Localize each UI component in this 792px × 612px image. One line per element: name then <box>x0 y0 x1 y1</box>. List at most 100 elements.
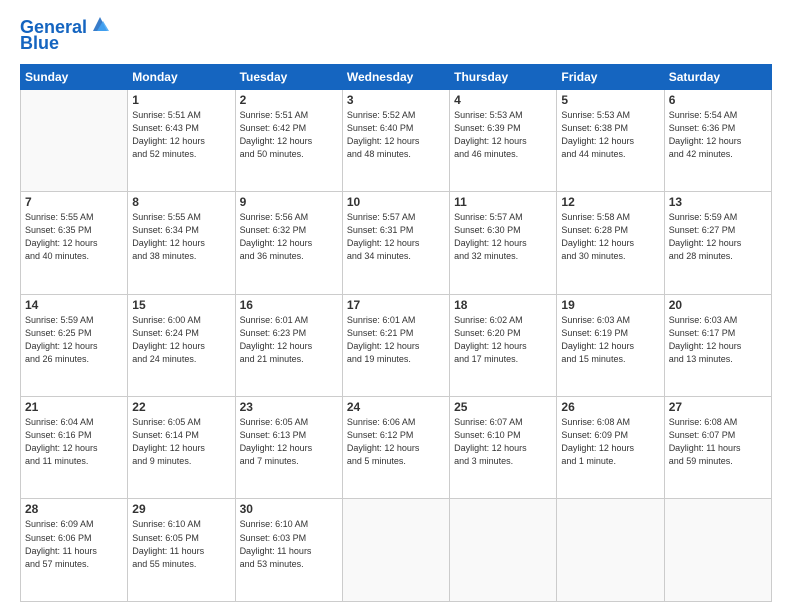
calendar-table: SundayMondayTuesdayWednesdayThursdayFrid… <box>20 64 772 602</box>
day-info: Sunrise: 6:00 AM Sunset: 6:24 PM Dayligh… <box>132 314 230 366</box>
calendar-cell: 5 Sunrise: 5:53 AM Sunset: 6:38 PM Daylig… <box>557 89 664 191</box>
calendar-cell: 26 Sunrise: 6:08 AM Sunset: 6:09 PM Dayli… <box>557 397 664 499</box>
day-number: 23 <box>240 400 338 414</box>
day-info: Sunrise: 5:59 AM Sunset: 6:25 PM Dayligh… <box>25 314 123 366</box>
calendar-cell <box>342 499 449 602</box>
page: General Blue SundayMondayTuesdayWe <box>0 0 792 612</box>
day-number: 24 <box>347 400 445 414</box>
calendar-cell: 19 Sunrise: 6:03 AM Sunset: 6:19 PM Dayli… <box>557 294 664 396</box>
header: General Blue <box>20 18 772 54</box>
day-info: Sunrise: 6:08 AM Sunset: 6:07 PM Dayligh… <box>669 416 767 468</box>
day-info: Sunrise: 5:58 AM Sunset: 6:28 PM Dayligh… <box>561 211 659 263</box>
day-number: 26 <box>561 400 659 414</box>
day-info: Sunrise: 5:51 AM Sunset: 6:43 PM Dayligh… <box>132 109 230 161</box>
day-info: Sunrise: 6:09 AM Sunset: 6:06 PM Dayligh… <box>25 518 123 570</box>
calendar-cell: 4 Sunrise: 5:53 AM Sunset: 6:39 PM Daylig… <box>450 89 557 191</box>
day-info: Sunrise: 6:07 AM Sunset: 6:10 PM Dayligh… <box>454 416 552 468</box>
calendar-cell: 25 Sunrise: 6:07 AM Sunset: 6:10 PM Dayli… <box>450 397 557 499</box>
day-info: Sunrise: 5:55 AM Sunset: 6:34 PM Dayligh… <box>132 211 230 263</box>
calendar-cell: 1 Sunrise: 5:51 AM Sunset: 6:43 PM Daylig… <box>128 89 235 191</box>
day-of-week-header: Tuesday <box>235 64 342 89</box>
day-number: 15 <box>132 298 230 312</box>
day-number: 17 <box>347 298 445 312</box>
day-number: 28 <box>25 502 123 516</box>
day-number: 16 <box>240 298 338 312</box>
calendar-cell <box>21 89 128 191</box>
calendar-cell: 3 Sunrise: 5:52 AM Sunset: 6:40 PM Daylig… <box>342 89 449 191</box>
calendar-cell: 11 Sunrise: 5:57 AM Sunset: 6:30 PM Dayli… <box>450 192 557 294</box>
day-of-week-header: Friday <box>557 64 664 89</box>
day-number: 5 <box>561 93 659 107</box>
day-number: 29 <box>132 502 230 516</box>
day-number: 8 <box>132 195 230 209</box>
day-number: 7 <box>25 195 123 209</box>
day-info: Sunrise: 6:10 AM Sunset: 6:03 PM Dayligh… <box>240 518 338 570</box>
calendar-cell: 9 Sunrise: 5:56 AM Sunset: 6:32 PM Daylig… <box>235 192 342 294</box>
day-number: 30 <box>240 502 338 516</box>
day-info: Sunrise: 6:08 AM Sunset: 6:09 PM Dayligh… <box>561 416 659 468</box>
day-number: 20 <box>669 298 767 312</box>
day-number: 1 <box>132 93 230 107</box>
calendar-cell: 17Sunrise: 6:01 AM Sunset: 6:21 PM Dayli… <box>342 294 449 396</box>
logo-icon <box>89 13 111 35</box>
day-info: Sunrise: 6:05 AM Sunset: 6:13 PM Dayligh… <box>240 416 338 468</box>
calendar-cell <box>450 499 557 602</box>
day-of-week-header: Thursday <box>450 64 557 89</box>
calendar-week-row: 1 Sunrise: 5:51 AM Sunset: 6:43 PM Daylig… <box>21 89 772 191</box>
day-number: 12 <box>561 195 659 209</box>
day-of-week-header: Wednesday <box>342 64 449 89</box>
day-info: Sunrise: 5:57 AM Sunset: 6:31 PM Dayligh… <box>347 211 445 263</box>
calendar-week-row: 7 Sunrise: 5:55 AM Sunset: 6:35 PM Daylig… <box>21 192 772 294</box>
day-number: 27 <box>669 400 767 414</box>
day-number: 19 <box>561 298 659 312</box>
day-number: 6 <box>669 93 767 107</box>
day-info: Sunrise: 6:06 AM Sunset: 6:12 PM Dayligh… <box>347 416 445 468</box>
day-of-week-header: Saturday <box>664 64 771 89</box>
day-number: 3 <box>347 93 445 107</box>
day-number: 10 <box>347 195 445 209</box>
logo: General Blue <box>20 18 111 54</box>
day-info: Sunrise: 5:59 AM Sunset: 6:27 PM Dayligh… <box>669 211 767 263</box>
day-number: 14 <box>25 298 123 312</box>
day-info: Sunrise: 6:04 AM Sunset: 6:16 PM Dayligh… <box>25 416 123 468</box>
calendar-cell: 29Sunrise: 6:10 AM Sunset: 6:05 PM Dayli… <box>128 499 235 602</box>
day-info: Sunrise: 5:54 AM Sunset: 6:36 PM Dayligh… <box>669 109 767 161</box>
day-number: 25 <box>454 400 552 414</box>
day-info: Sunrise: 5:57 AM Sunset: 6:30 PM Dayligh… <box>454 211 552 263</box>
day-info: Sunrise: 5:52 AM Sunset: 6:40 PM Dayligh… <box>347 109 445 161</box>
calendar-cell: 13 Sunrise: 5:59 AM Sunset: 6:27 PM Dayli… <box>664 192 771 294</box>
calendar-cell <box>664 499 771 602</box>
calendar-cell: 24 Sunrise: 6:06 AM Sunset: 6:12 PM Dayli… <box>342 397 449 499</box>
day-number: 13 <box>669 195 767 209</box>
calendar-cell: 7 Sunrise: 5:55 AM Sunset: 6:35 PM Daylig… <box>21 192 128 294</box>
calendar-cell <box>557 499 664 602</box>
day-info: Sunrise: 6:05 AM Sunset: 6:14 PM Dayligh… <box>132 416 230 468</box>
day-number: 18 <box>454 298 552 312</box>
day-number: 4 <box>454 93 552 107</box>
day-number: 22 <box>132 400 230 414</box>
day-number: 21 <box>25 400 123 414</box>
calendar-cell: 30 Sunrise: 6:10 AM Sunset: 6:03 PM Dayli… <box>235 499 342 602</box>
logo-blue-text: Blue <box>20 34 59 54</box>
calendar-cell: 10 Sunrise: 5:57 AM Sunset: 6:31 PM Dayli… <box>342 192 449 294</box>
calendar-week-row: 14 Sunrise: 5:59 AM Sunset: 6:25 PM Dayli… <box>21 294 772 396</box>
calendar-cell: 22 Sunrise: 6:05 AM Sunset: 6:14 PM Dayli… <box>128 397 235 499</box>
day-info: Sunrise: 6:03 AM Sunset: 6:19 PM Dayligh… <box>561 314 659 366</box>
day-info: Sunrise: 5:56 AM Sunset: 6:32 PM Dayligh… <box>240 211 338 263</box>
calendar-week-row: 21 Sunrise: 6:04 AM Sunset: 6:16 PM Dayli… <box>21 397 772 499</box>
day-number: 2 <box>240 93 338 107</box>
day-number: 9 <box>240 195 338 209</box>
calendar-week-row: 28 Sunrise: 6:09 AM Sunset: 6:06 PM Dayli… <box>21 499 772 602</box>
day-info: Sunrise: 6:01 AM Sunset: 6:23 PM Dayligh… <box>240 314 338 366</box>
calendar-cell: 14 Sunrise: 5:59 AM Sunset: 6:25 PM Dayli… <box>21 294 128 396</box>
calendar-cell: 6 Sunrise: 5:54 AM Sunset: 6:36 PM Daylig… <box>664 89 771 191</box>
day-info: Sunrise: 6:02 AM Sunset: 6:20 PM Dayligh… <box>454 314 552 366</box>
calendar-cell: 16 Sunrise: 6:01 AM Sunset: 6:23 PM Dayli… <box>235 294 342 396</box>
day-info: Sunrise: 5:53 AM Sunset: 6:38 PM Dayligh… <box>561 109 659 161</box>
day-info: Sunrise: 5:55 AM Sunset: 6:35 PM Dayligh… <box>25 211 123 263</box>
day-info: Sunrise: 5:53 AM Sunset: 6:39 PM Dayligh… <box>454 109 552 161</box>
day-number: 11 <box>454 195 552 209</box>
day-of-week-header: Sunday <box>21 64 128 89</box>
calendar-cell: 27 Sunrise: 6:08 AM Sunset: 6:07 PM Dayli… <box>664 397 771 499</box>
calendar-cell: 8 Sunrise: 5:55 AM Sunset: 6:34 PM Daylig… <box>128 192 235 294</box>
